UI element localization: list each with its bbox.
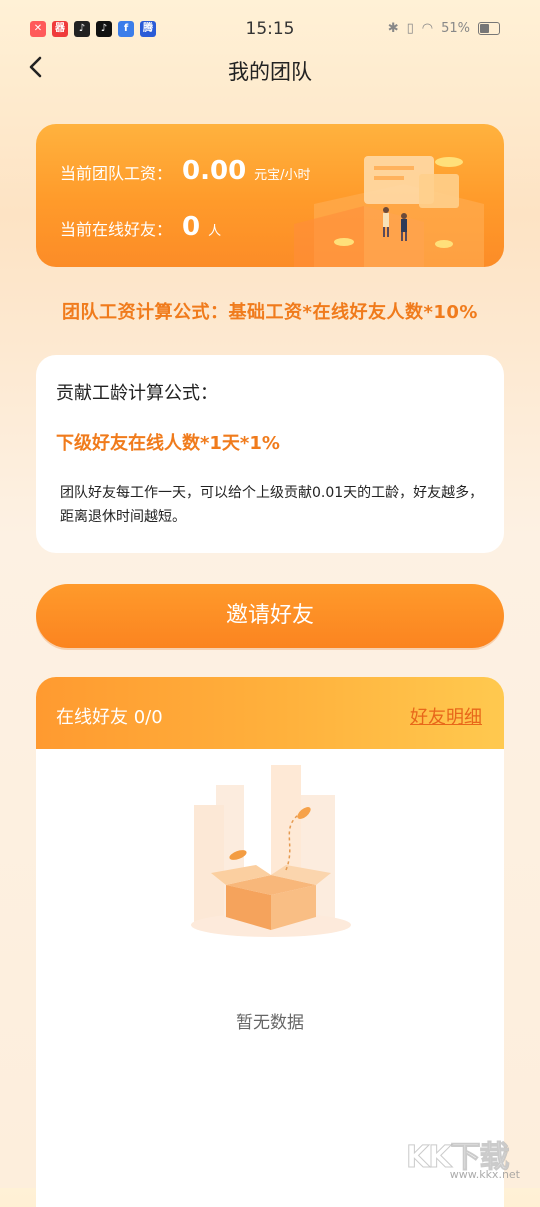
invite-friends-button[interactable]: 邀请好友 xyxy=(36,584,504,648)
friends-detail-link[interactable]: 好友明细 xyxy=(410,703,482,729)
rule-description: 团队好友每工作一天，可以给个上级贡献0.01天的工龄，好友越多，距离退休时间越短… xyxy=(60,485,484,525)
online-unit: 人 xyxy=(208,224,222,239)
nav-bar: 我的团队 xyxy=(0,48,540,88)
battery-percent: 51% xyxy=(441,21,470,36)
online-friends-count: 在线好友 0/0 xyxy=(56,707,163,728)
status-bar: ✕ 器 ♪ ♪ f 腾 15:15 ✱ ▯ ◠ 51% xyxy=(0,0,540,50)
bluetooth-icon: ✱ xyxy=(387,21,399,36)
page-title: 我的团队 xyxy=(228,60,312,84)
online-value: 0 xyxy=(182,212,201,242)
watermark: KK下载 www.kkx.net xyxy=(406,1132,526,1184)
rule-formula: 下级好友在线人数*1天*1% xyxy=(56,433,280,454)
empty-state-text: 暂无数据 xyxy=(236,1013,304,1033)
friends-card-header: 在线好友 0/0 好友明细 xyxy=(36,677,504,749)
wifi-icon: ◠ xyxy=(421,21,434,36)
empty-box-icon xyxy=(191,765,351,937)
salary-unit: 元宝/小时 xyxy=(254,168,311,183)
salary-row: 当前团队工资： 0.00 元宝/小时 xyxy=(60,156,311,186)
watermark-url: www.kkx.net xyxy=(449,1168,520,1181)
online-friends-card: 在线好友 0/0 好友明细 暂无数据 xyxy=(36,677,504,1207)
online-label: 当前在线好友： xyxy=(60,220,173,239)
rule-title: 贡献工龄计算公式： xyxy=(56,383,218,404)
status-indicators: ✱ ▯ ◠ 51% xyxy=(388,21,500,36)
salary-value: 0.00 xyxy=(182,156,247,186)
vibrate-icon: ▯ xyxy=(406,21,414,36)
team-salary-card: 当前团队工资： 0.00 元宝/小时 当前在线好友： 0 人 xyxy=(36,124,504,267)
online-row: 当前在线好友： 0 人 xyxy=(60,212,221,242)
battery-icon xyxy=(478,22,500,35)
team-salary-formula: 团队工资计算公式：基础工资*在线好友人数*10% xyxy=(62,302,478,323)
office-illustration xyxy=(294,156,484,267)
salary-label: 当前团队工资： xyxy=(60,164,173,183)
seniority-rule-card: 贡献工龄计算公式： 下级好友在线人数*1天*1% 团队好友每工作一天，可以给个上… xyxy=(36,355,504,553)
